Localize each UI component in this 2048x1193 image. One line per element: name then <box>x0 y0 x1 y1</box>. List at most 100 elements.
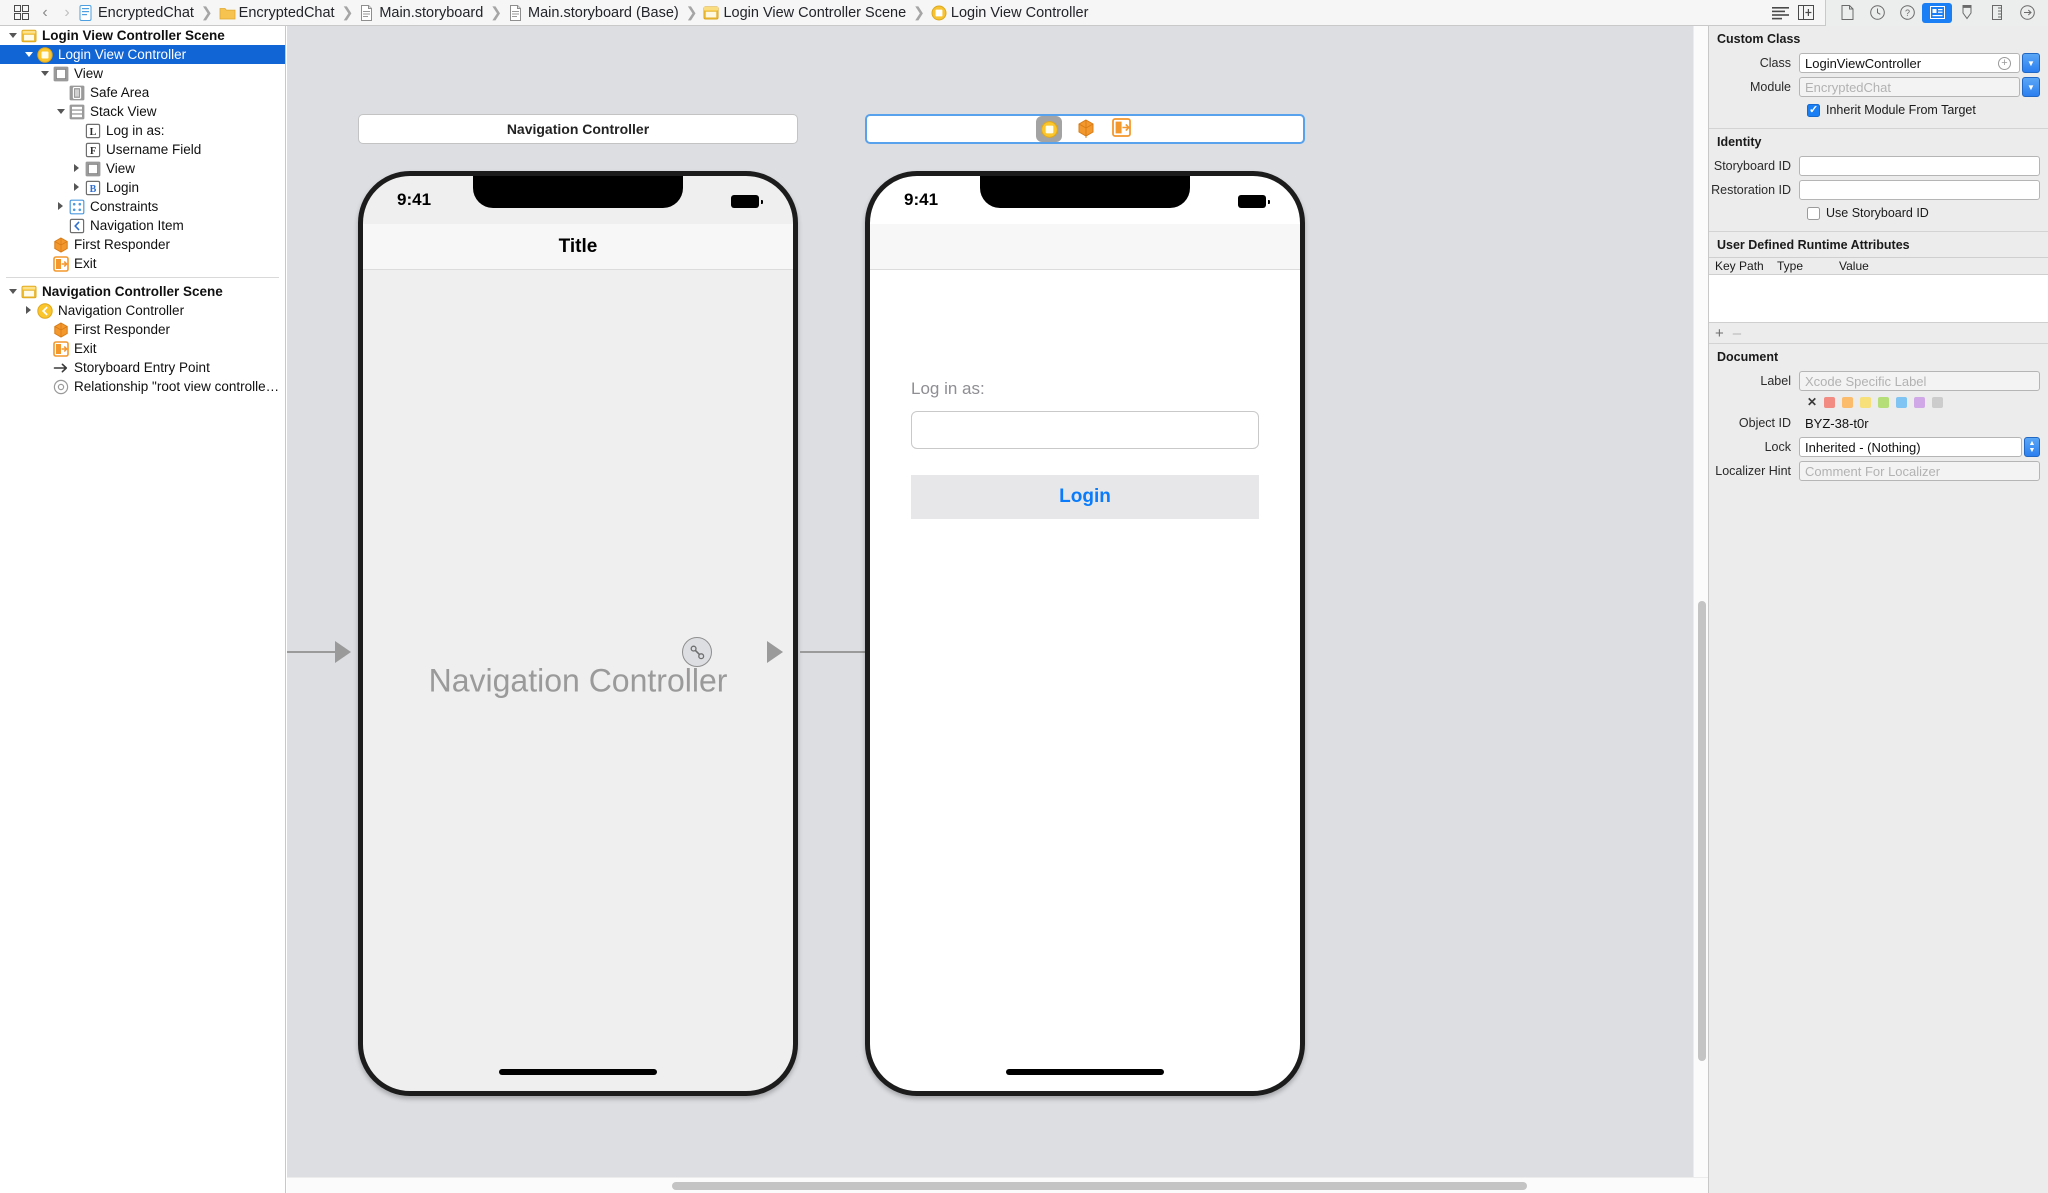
username-field[interactable] <box>911 411 1259 449</box>
inherit-module-checkbox[interactable] <box>1807 103 1820 117</box>
swatch-yellow[interactable] <box>1860 397 1871 408</box>
lock-stepper[interactable]: ▲ ▼ <box>2024 437 2040 457</box>
use-storyboard-id-checkbox[interactable] <box>1807 206 1820 220</box>
outline-row[interactable]: Storyboard Entry Point <box>0 358 285 377</box>
swatch-gray[interactable] <box>1932 397 1943 408</box>
label-color-swatches: ✕ <box>1709 396 2048 408</box>
class-dropdown-button[interactable]: ▼ <box>2022 53 2040 73</box>
breadcrumb-item-3[interactable]: Main.storyboard (Base) ❯ <box>508 0 703 26</box>
localizer-hint-field[interactable]: Comment For Localizer <box>1799 461 2040 481</box>
canvas-horizontal-scrollbar[interactable] <box>287 1177 1708 1193</box>
quick-help-inspector-button[interactable] <box>1862 3 1892 23</box>
swatch-green[interactable] <box>1878 397 1889 408</box>
connections-inspector-button[interactable] <box>2012 3 2042 23</box>
scene-login-view-controller[interactable]: 9:41 Log in as: Login <box>865 171 1305 1096</box>
scene-bar-login-view-controller[interactable] <box>865 114 1305 144</box>
outline-row[interactable]: Navigation Controller <box>0 301 285 320</box>
udra-col-type: Type <box>1777 259 1804 273</box>
storyboard-id-label: Storyboard ID <box>1713 159 1791 173</box>
udra-add-button[interactable]: + <box>1715 325 1724 342</box>
inherit-module-row[interactable]: Inherit Module From Target <box>1709 99 2048 121</box>
module-field[interactable]: EncryptedChat <box>1799 77 2020 97</box>
canvas-vertical-scroll-thumb[interactable] <box>1697 601 1706 1061</box>
identity-inspector-button[interactable] <box>1922 2 1952 23</box>
scene-navigation-controller[interactable]: 9:41 Title Navigation Controller <box>358 171 798 1096</box>
outline-row[interactable]: B Login <box>0 178 285 197</box>
outline-row[interactable]: Login View Controller <box>0 45 285 64</box>
swatch-none[interactable]: ✕ <box>1807 396 1817 408</box>
chevron-right-icon[interactable] <box>72 182 83 193</box>
canvas-vertical-scrollbar[interactable] <box>1693 26 1708 1177</box>
outline-row[interactable]: View <box>0 64 285 83</box>
first-responder-object[interactable] <box>1076 118 1098 140</box>
udra-table-body[interactable] <box>1709 275 2048 323</box>
assistant-editor-button[interactable] <box>1793 0 1819 26</box>
show-segue-badge[interactable] <box>682 637 712 667</box>
outline-row[interactable]: Navigation Item <box>0 216 285 235</box>
outline-row[interactable]: L Log in as: <box>0 121 285 140</box>
outline-row[interactable]: View <box>0 159 285 178</box>
outline-row-label: Safe Area <box>90 85 150 100</box>
storyboard-canvas[interactable]: Navigation Controller 9:41 Title Navigat… <box>287 26 1693 1177</box>
attributes-inspector-button[interactable] <box>1952 3 1982 23</box>
module-dropdown-button[interactable]: ▼ <box>2022 77 2040 97</box>
use-storyboard-id-row[interactable]: Use Storyboard ID <box>1709 202 2048 224</box>
outline-row[interactable]: Stack View <box>0 102 285 121</box>
document-outline[interactable]: Login View Controller Scene Login View Co… <box>0 26 286 1193</box>
help-inspector-button[interactable]: ? <box>1892 3 1922 23</box>
breadcrumb-item-0[interactable]: EncryptedChat ❯ <box>78 0 219 26</box>
breadcrumb-item-4[interactable]: Login View Controller Scene ❯ <box>703 0 930 26</box>
exit-object[interactable] <box>1112 118 1134 140</box>
document-label-field[interactable]: Xcode Specific Label <box>1799 371 2040 391</box>
chevron-down-icon[interactable] <box>24 49 35 60</box>
class-reveal-icon[interactable]: + <box>1998 56 2011 70</box>
chevron-down-icon[interactable] <box>56 106 67 117</box>
swatch-orange[interactable] <box>1842 397 1853 408</box>
swatch-purple[interactable] <box>1914 397 1925 408</box>
swatch-blue[interactable] <box>1896 397 1907 408</box>
outline-row[interactable]: Safe Area <box>0 83 285 102</box>
view-controller-object[interactable] <box>1036 116 1062 142</box>
chevron-down-icon[interactable] <box>40 68 51 79</box>
chevron-right-icon[interactable] <box>56 201 67 212</box>
outline-row-label: View <box>74 66 104 81</box>
outline-row[interactable]: First Responder <box>0 320 285 339</box>
outline-row[interactable]: Exit <box>0 254 285 273</box>
lock-field[interactable]: Inherited - (Nothing) <box>1799 437 2022 457</box>
scene-bar-navigation-controller[interactable]: Navigation Controller <box>358 114 798 144</box>
file-inspector-button[interactable] <box>1832 3 1862 23</box>
jump-bar-forward-button[interactable]: › <box>56 0 78 26</box>
button-icon: B <box>85 180 101 196</box>
chevron-right-icon[interactable] <box>24 305 35 316</box>
swatch-red[interactable] <box>1824 397 1835 408</box>
chevron-down-icon[interactable] <box>8 30 19 41</box>
jump-bar-back-button[interactable]: ‹ <box>34 0 56 26</box>
udra-table-header: Key Path Type Value <box>1709 257 2048 275</box>
breadcrumb-item-2[interactable]: Main.storyboard ❯ <box>359 0 508 26</box>
outline-row[interactable]: Constraints <box>0 197 285 216</box>
breadcrumb-item-5[interactable]: Login View Controller <box>931 0 1088 26</box>
outline-row[interactable]: Relationship "root view controller"... <box>0 377 285 396</box>
restoration-id-field[interactable] <box>1799 180 2040 200</box>
home-indicator <box>1006 1069 1164 1075</box>
chevron-down-icon[interactable] <box>8 286 19 297</box>
chevron-right-icon[interactable] <box>72 163 83 174</box>
outline-row[interactable]: Exit <box>0 339 285 358</box>
size-inspector-button[interactable] <box>1982 3 2012 23</box>
class-field[interactable]: LoginViewController + <box>1799 53 2020 73</box>
outline-row[interactable]: First Responder <box>0 235 285 254</box>
canvas-horizontal-scroll-thumb[interactable] <box>672 1182 1527 1190</box>
grid-icon[interactable] <box>8 0 34 26</box>
outline-row[interactable]: Navigation Controller Scene <box>0 282 285 301</box>
udra-remove-button[interactable]: – <box>1733 325 1741 342</box>
outline-row[interactable]: F Username Field <box>0 140 285 159</box>
storyboard-id-field[interactable] <box>1799 156 2040 176</box>
label-icon: L <box>85 123 101 139</box>
outline-row[interactable]: Login View Controller Scene <box>0 26 285 45</box>
login-button[interactable]: Login <box>911 475 1259 519</box>
standard-editor-button[interactable] <box>1767 0 1793 26</box>
relationship-icon <box>53 379 69 395</box>
restoration-id-row: Restoration ID <box>1709 178 2048 202</box>
breadcrumb-item-1[interactable]: EncryptedChat ❯ <box>219 0 360 26</box>
outline-row-label: Username Field <box>106 142 202 157</box>
